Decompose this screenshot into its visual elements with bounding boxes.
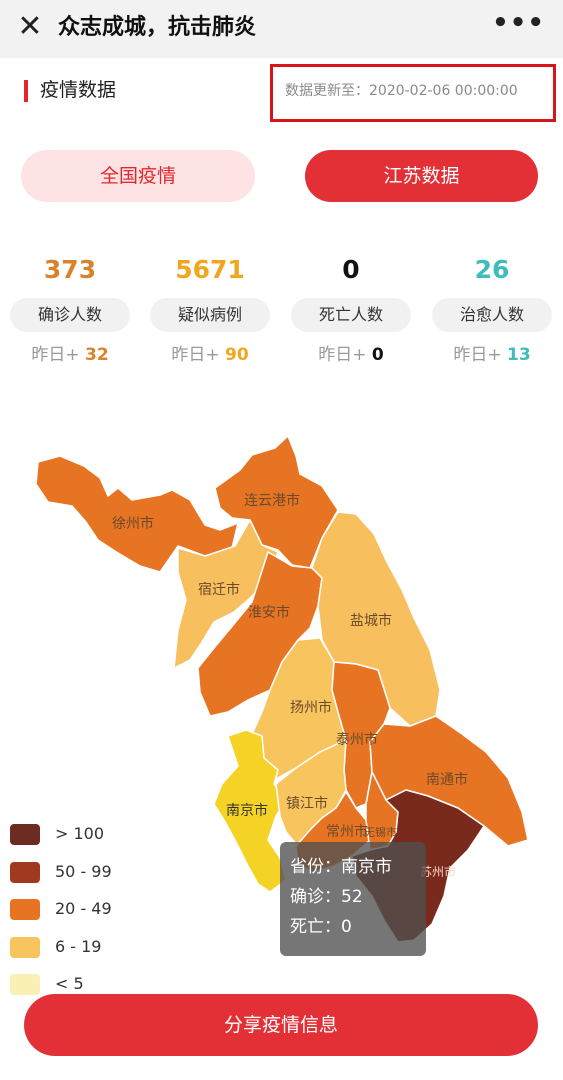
- map-label-yancheng: 盐城市: [350, 612, 392, 629]
- stat-delta: 昨日+ 90: [171, 345, 249, 365]
- map-label-yangzhou: 扬州市: [290, 699, 332, 716]
- stat-delta: 昨日+ 13: [453, 345, 531, 365]
- legend-label: < 5: [55, 974, 84, 993]
- map-label-zhenjiang: 镇江市: [286, 795, 328, 812]
- stat-confirmed: 373 确诊人数 昨日+ 32: [5, 252, 135, 368]
- map-label-nanjing: 南京市: [226, 802, 268, 819]
- tooltip-confirmed: 确诊：52: [290, 887, 363, 907]
- stat-value: 0: [342, 255, 360, 284]
- close-icon[interactable]: ✕: [14, 12, 46, 44]
- stat-suspected: 5671 疑似病例 昨日+ 90: [145, 252, 275, 368]
- national-data-button[interactable]: 全国疫情: [21, 150, 255, 202]
- map-label-xuzhou: 徐州市: [112, 515, 154, 532]
- map-label-lianyungang: 连云港市: [244, 492, 300, 509]
- map-label-wuxi: 无锡市: [364, 825, 397, 839]
- stat-delta: 昨日+ 0: [318, 345, 384, 365]
- legend-swatch: [10, 974, 40, 995]
- tooltip-province: 省份：南京市: [290, 857, 392, 877]
- legend-label: 20 - 49: [55, 899, 112, 918]
- legend-label: 50 - 99: [55, 861, 112, 881]
- section-title: 疫情数据: [40, 79, 117, 101]
- map-label-huaian: 淮安市: [248, 604, 290, 621]
- stat-delta: 昨日+ 32: [31, 345, 109, 365]
- section-marker: [24, 80, 28, 102]
- share-button[interactable]: 分享疫情信息: [24, 994, 538, 1056]
- stat-label: 死亡人数: [291, 298, 411, 332]
- stat-label: 疑似病例: [150, 298, 270, 332]
- map-label-suqian: 宿迁市: [198, 581, 240, 598]
- update-time-text: 数据更新至：2020-02-06 00:00:00: [285, 83, 518, 99]
- stat-value: 5671: [175, 255, 245, 284]
- top-bar: ✕ 众志成城，抗击肺炎 •••: [0, 0, 563, 58]
- legend-swatch: [10, 824, 40, 845]
- stat-value: 26: [474, 255, 510, 284]
- stat-label: 确诊人数: [10, 298, 130, 332]
- stat-label: 治愈人数: [432, 298, 552, 332]
- update-time-box: 数据更新至：2020-02-06 00:00:00: [270, 64, 556, 122]
- map-label-nantong: 南通市: [426, 771, 468, 788]
- stat-value: 373: [43, 255, 97, 284]
- legend-label: 6 - 19: [55, 936, 102, 956]
- legend-swatch: [10, 936, 40, 958]
- legend-swatch: [10, 899, 40, 920]
- stat-recovered: 26 治愈人数 昨日+ 13: [427, 252, 557, 368]
- map-label-taizhou: 泰州市: [336, 731, 378, 748]
- map-label-changzhou: 常州市: [326, 823, 368, 840]
- legend-swatch: [10, 861, 40, 883]
- page-title: 众志成城，抗击肺炎: [58, 15, 257, 40]
- jiangsu-data-button[interactable]: 江苏数据: [305, 150, 538, 202]
- more-icon[interactable]: •••: [492, 8, 545, 38]
- legend-label: > 100: [55, 824, 105, 843]
- stat-deaths: 0 死亡人数 昨日+ 0: [286, 252, 416, 368]
- tooltip-deaths: 死亡：0: [290, 917, 352, 937]
- map-tooltip: 省份：南京市 确诊：52 死亡：0: [280, 842, 426, 956]
